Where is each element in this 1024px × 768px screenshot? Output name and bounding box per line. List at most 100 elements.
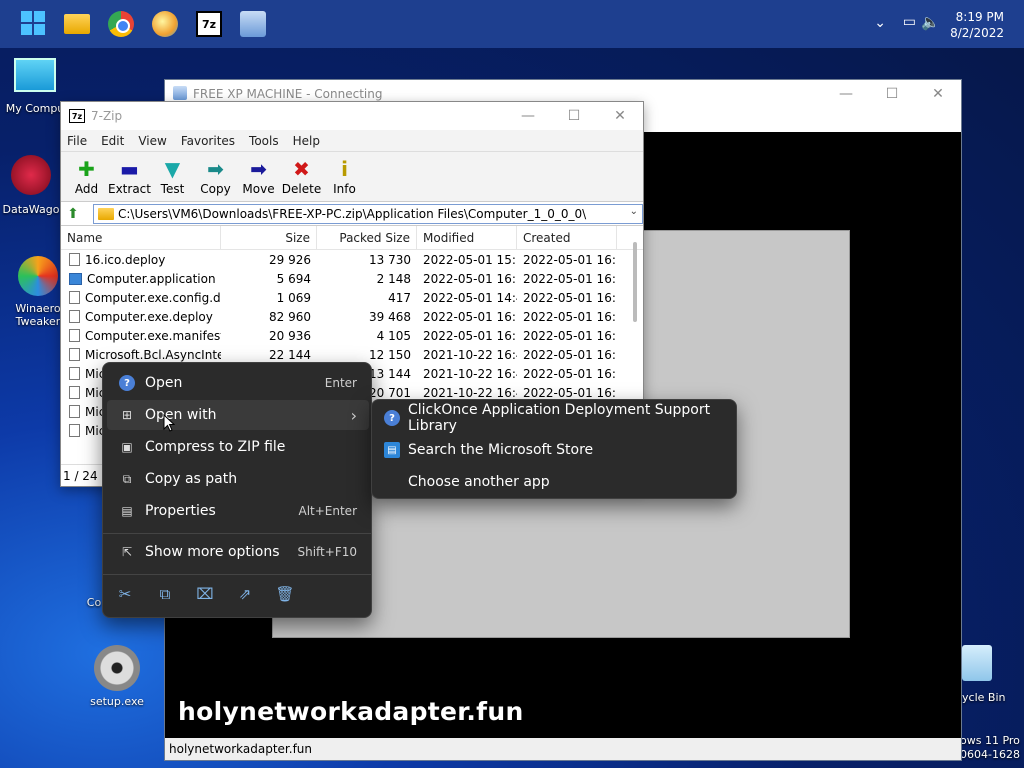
open-with-icon: ⊞ bbox=[121, 408, 133, 422]
col-modified[interactable]: Modified bbox=[417, 226, 517, 249]
remote-desktop-icon[interactable] bbox=[240, 11, 266, 37]
file-icon bbox=[69, 253, 80, 266]
cut-icon[interactable]: ✂ bbox=[115, 584, 135, 604]
menu-file[interactable]: File bbox=[67, 134, 87, 148]
menu-view[interactable]: View bbox=[138, 134, 166, 148]
col-packed-size[interactable]: Packed Size bbox=[317, 226, 417, 249]
table-row[interactable]: 16.ico.deploy 29 926 13 730 2022-05-01 15:1… bbox=[61, 250, 643, 269]
up-folder-icon[interactable]: ⬆ bbox=[61, 202, 85, 226]
test-icon: ▼ bbox=[164, 157, 181, 181]
tool-label: Delete bbox=[281, 182, 322, 196]
start-icon[interactable] bbox=[21, 11, 47, 37]
datawagon-icon bbox=[11, 155, 51, 195]
table-row[interactable]: Computer.application 5 694 2 148 2022-05-01… bbox=[61, 269, 643, 288]
close-button[interactable]: ✕ bbox=[597, 102, 643, 130]
cell-created: 2022-05-01 16:17 bbox=[523, 271, 617, 286]
table-row[interactable]: Computer.exe.deploy 82 960 39 468 2022-05-0… bbox=[61, 307, 643, 326]
tool-label: Test bbox=[160, 182, 185, 196]
cell-modified: 2022-05-01 14:45 bbox=[423, 290, 517, 305]
col-created[interactable]: Created bbox=[517, 226, 617, 249]
7zip-icon[interactable]: 7z bbox=[196, 11, 222, 37]
menu-item-label: Show more options bbox=[145, 544, 280, 560]
menu-item-label: Open with bbox=[145, 407, 217, 423]
add-button[interactable]: ✚ Add bbox=[65, 152, 108, 201]
menu-edit[interactable]: Edit bbox=[101, 134, 124, 148]
test-button[interactable]: ▼ Test bbox=[151, 152, 194, 201]
path-input[interactable]: C:\Users\VM6\Downloads\FREE-XP-PC.zip\Ap… bbox=[93, 204, 643, 224]
file-icon bbox=[69, 405, 80, 418]
cell-packed-size: 12 150 bbox=[369, 347, 411, 362]
cell-size: 29 926 bbox=[269, 252, 311, 267]
table-row[interactable]: Computer.exe.manifest 20 936 4 105 2022-05-… bbox=[61, 326, 643, 345]
close-button[interactable]: ✕ bbox=[915, 80, 961, 108]
list-header: Name Size Packed Size Modified Created bbox=[61, 226, 643, 250]
maximize-button[interactable]: ☐ bbox=[869, 80, 915, 108]
open-icon: ? bbox=[119, 375, 135, 391]
address-bar: ⬆ C:\Users\VM6\Downloads\FREE-XP-PC.zip\… bbox=[61, 202, 643, 226]
submenu-item-store[interactable]: ▤ Search the Microsoft Store bbox=[376, 435, 734, 465]
share-icon[interactable]: ⇗ bbox=[235, 584, 255, 604]
cell-modified: 2022-05-01 16:17 bbox=[423, 328, 517, 343]
network-icon[interactable]: ▭ bbox=[903, 14, 916, 30]
tool-label: Add bbox=[74, 182, 99, 196]
menu-item-open[interactable]: ? Open Enter bbox=[107, 368, 369, 398]
file-explorer-icon[interactable] bbox=[64, 14, 90, 34]
menu-item-copy-as-path[interactable]: ⧉ Copy as path bbox=[107, 464, 369, 494]
chevron-down-icon[interactable]: ⌄ bbox=[630, 206, 638, 217]
7zip-titlebar[interactable]: 7z 7-Zip — ☐ ✕ bbox=[61, 102, 643, 130]
menu-tools[interactable]: Tools bbox=[249, 134, 279, 148]
cell-created: 2022-05-01 16:17 bbox=[523, 347, 617, 362]
cell-name: Computer.application bbox=[61, 272, 221, 286]
maximize-button[interactable]: ☐ bbox=[551, 102, 597, 130]
cell-name: Computer.exe.manifest bbox=[61, 329, 221, 343]
path-text: C:\Users\VM6\Downloads\FREE-XP-PC.zip\Ap… bbox=[118, 207, 587, 221]
info-button[interactable]: i Info bbox=[323, 152, 366, 201]
copy-path-icon: ⧉ bbox=[122, 471, 132, 486]
cell-size: 20 936 bbox=[269, 328, 311, 343]
copy-icon[interactable]: ⧉ bbox=[155, 584, 175, 604]
7zip-app-icon: 7z bbox=[69, 109, 85, 123]
desktop-icon-setup[interactable]: setup.exe bbox=[82, 645, 152, 708]
col-name[interactable]: Name bbox=[61, 226, 221, 249]
tool-label: Move bbox=[242, 182, 275, 196]
menu-item-open-with[interactable]: ⊞ Open with › bbox=[107, 400, 369, 430]
submenu-item-clickonce[interactable]: ? ClickOnce Application Deployment Suppo… bbox=[376, 402, 734, 434]
clock[interactable]: 8:19 PM 8/2/2022 bbox=[950, 9, 1004, 41]
tool-label: Info bbox=[333, 182, 356, 196]
desktop-icon-datawagon[interactable]: DataWago bbox=[0, 155, 62, 216]
chrome-icon[interactable] bbox=[108, 11, 134, 37]
minimize-button[interactable]: — bbox=[505, 102, 551, 130]
submenu-item-choose-another-app[interactable]: Choose another app bbox=[376, 467, 734, 497]
volume-icon[interactable]: 🔈 bbox=[921, 13, 940, 31]
menu-item-properties[interactable]: ▤ Properties Alt+Enter bbox=[107, 496, 369, 526]
col-size[interactable]: Size bbox=[221, 226, 317, 249]
delete-x-icon: ✖ bbox=[293, 157, 310, 181]
copy-button[interactable]: ➡ Copy bbox=[194, 152, 237, 201]
menu-help[interactable]: Help bbox=[293, 134, 320, 148]
remote-desktop-icon bbox=[173, 86, 187, 100]
extract-button[interactable]: ▬ Extract bbox=[108, 152, 151, 201]
taskbar: 7z ⌄ ▭ 🔈 8:19 PM 8/2/2022 bbox=[0, 0, 1024, 48]
tool-label: Copy bbox=[200, 182, 231, 196]
move-button[interactable]: ➡ Move bbox=[237, 152, 280, 201]
application-file-icon bbox=[69, 272, 82, 285]
rename-icon[interactable]: ⌧ bbox=[195, 584, 215, 604]
scrollbar[interactable] bbox=[633, 242, 637, 322]
menu-item-compress-zip[interactable]: ▣ Compress to ZIP file bbox=[107, 432, 369, 462]
paint-icon[interactable] bbox=[152, 11, 178, 37]
delete-icon[interactable]: 🗑 bbox=[275, 584, 295, 604]
desktop-icon-recycle-bin[interactable]: cycle Bin bbox=[956, 645, 1024, 704]
file-icon bbox=[69, 291, 80, 304]
table-row[interactable]: Computer.exe.config.d... 1 069 417 2022-05-… bbox=[61, 288, 643, 307]
menu-item-show-more-options[interactable]: ⇱ Show more options Shift+F10 bbox=[107, 537, 369, 567]
minimize-button[interactable]: — bbox=[823, 80, 869, 108]
delete-button[interactable]: ✖ Delete bbox=[280, 152, 323, 201]
build-line-2: 0604-1628 bbox=[960, 748, 1020, 761]
file-name: Computer.exe.deploy bbox=[85, 309, 213, 324]
cell-created: 2022-05-01 16:17 bbox=[523, 309, 617, 324]
submenu-item-label: Choose another app bbox=[408, 474, 550, 490]
chevron-up-icon[interactable]: ⌄ bbox=[874, 15, 886, 31]
menu-favorites[interactable]: Favorites bbox=[181, 134, 235, 148]
monitor-icon bbox=[14, 58, 56, 92]
file-icon bbox=[69, 424, 80, 437]
